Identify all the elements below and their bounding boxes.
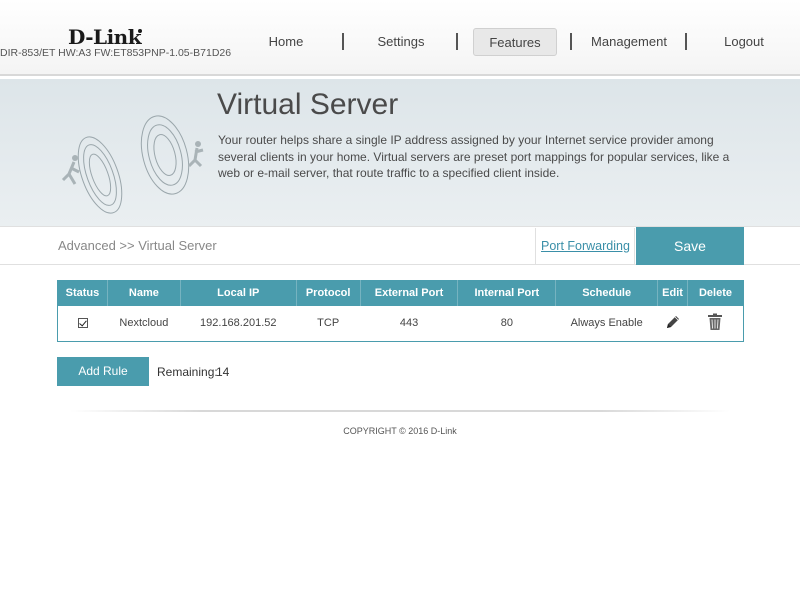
remaining-count: 14 <box>216 365 230 379</box>
internal-port-cell: 80 <box>457 305 556 342</box>
top-header: D-Link DIR-853/ET HW:A3 FW:ET853PNP-1.05… <box>0 0 800 76</box>
schedule-cell: Always Enable <box>555 305 658 342</box>
dlink-logo: D-Link <box>68 25 142 49</box>
pencil-icon[interactable] <box>665 314 681 330</box>
table-header-row: Status Name Local IP Protocol External P… <box>57 280 744 306</box>
col-schedule: Schedule <box>555 280 658 306</box>
col-local-ip: Local IP <box>179 280 297 306</box>
nav-home[interactable]: Home <box>256 28 316 56</box>
footer-divider <box>70 410 730 412</box>
col-delete: Delete <box>687 280 744 306</box>
page-title: Virtual Server <box>217 88 399 121</box>
nav-separator <box>456 33 458 50</box>
col-status: Status <box>57 280 108 306</box>
nav-features[interactable]: Features <box>473 28 557 56</box>
protocol-cell: TCP <box>296 305 361 342</box>
save-button[interactable]: Save <box>636 227 744 265</box>
port-forwarding-link[interactable]: Port Forwarding <box>541 239 630 253</box>
col-internal-port: Internal Port <box>457 280 556 306</box>
delete-cell <box>687 305 744 342</box>
col-edit: Edit <box>657 280 688 306</box>
router-illustration-icon <box>61 115 204 214</box>
table-row: Nextcloud 192.168.201.52 TCP 443 80 Alwa… <box>57 305 744 342</box>
add-rule-button[interactable]: Add Rule <box>57 357 149 386</box>
copyright-text: COPYRIGHT © 2016 D-Link <box>343 426 457 436</box>
col-name: Name <box>106 280 181 306</box>
col-protocol: Protocol <box>295 280 361 306</box>
trash-icon[interactable] <box>707 313 723 331</box>
edit-cell <box>657 305 688 342</box>
status-checkbox[interactable] <box>77 318 88 329</box>
remaining-label: Remaining: <box>157 365 218 379</box>
logo-dot <box>138 29 142 33</box>
nav-separator <box>570 33 572 50</box>
virtual-server-table: Status Name Local IP Protocol External P… <box>57 280 744 342</box>
col-external-port: External Port <box>359 280 458 306</box>
nav-logout[interactable]: Logout <box>716 28 772 56</box>
status-cell <box>57 305 108 342</box>
nav-separator <box>342 33 344 50</box>
firmware-info: DIR-853/ET HW:A3 FW:ET853PNP-1.05-B71D26 <box>0 47 232 59</box>
nav-settings[interactable]: Settings <box>366 28 436 56</box>
local-ip-cell: 192.168.201.52 <box>180 305 297 342</box>
page-description: Your router helps share a single IP addr… <box>218 133 730 180</box>
name-cell: Nextcloud <box>107 305 181 342</box>
nav-management[interactable]: Management <box>588 28 670 56</box>
nav-separator <box>685 33 687 50</box>
external-port-cell: 443 <box>360 305 458 342</box>
breadcrumb: Advanced >> Virtual Server <box>58 238 217 253</box>
